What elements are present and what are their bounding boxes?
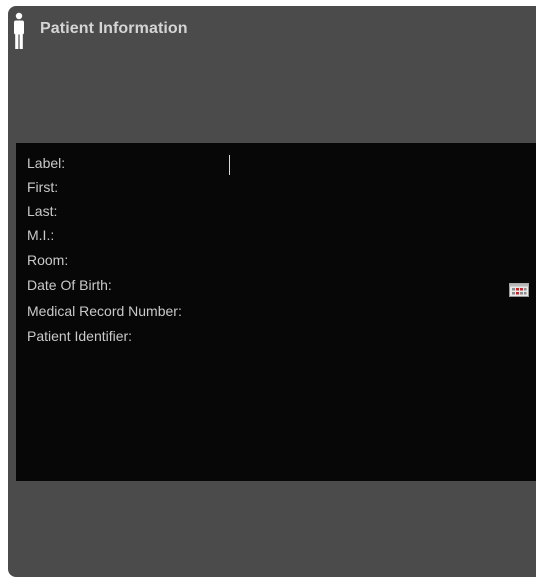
first-name-label: First: bbox=[27, 179, 59, 195]
person-icon bbox=[12, 12, 26, 50]
medical-record-number-field[interactable]: Medical Record Number: bbox=[27, 303, 527, 323]
label-field-label: Label: bbox=[27, 155, 66, 171]
patient-identifier-field[interactable]: Patient Identifier: bbox=[27, 328, 527, 348]
last-name-label: Last: bbox=[27, 203, 58, 219]
date-of-birth-label: Date Of Birth: bbox=[27, 277, 112, 293]
patient-identifier-label: Patient Identifier: bbox=[27, 328, 133, 344]
text-cursor bbox=[229, 155, 230, 175]
label-field[interactable]: Label: bbox=[27, 155, 527, 175]
last-name-field[interactable]: Last: bbox=[27, 203, 527, 223]
patient-information-panel: Patient Information Label: First: Last: … bbox=[8, 6, 536, 577]
room-label: Room: bbox=[27, 252, 69, 268]
panel-header: Patient Information bbox=[8, 6, 536, 143]
calendar-icon[interactable] bbox=[509, 283, 529, 297]
first-name-field[interactable]: First: bbox=[27, 179, 527, 199]
date-of-birth-field[interactable]: Date Of Birth: bbox=[27, 277, 527, 297]
medical-record-number-label: Medical Record Number: bbox=[27, 303, 182, 319]
patient-form: Label: First: Last: M.I.: Room: Date Of … bbox=[16, 143, 536, 481]
room-field[interactable]: Room: bbox=[27, 252, 527, 272]
middle-initial-label: M.I.: bbox=[27, 227, 55, 243]
middle-initial-field[interactable]: M.I.: bbox=[27, 227, 527, 247]
panel-title: Patient Information bbox=[40, 20, 188, 37]
